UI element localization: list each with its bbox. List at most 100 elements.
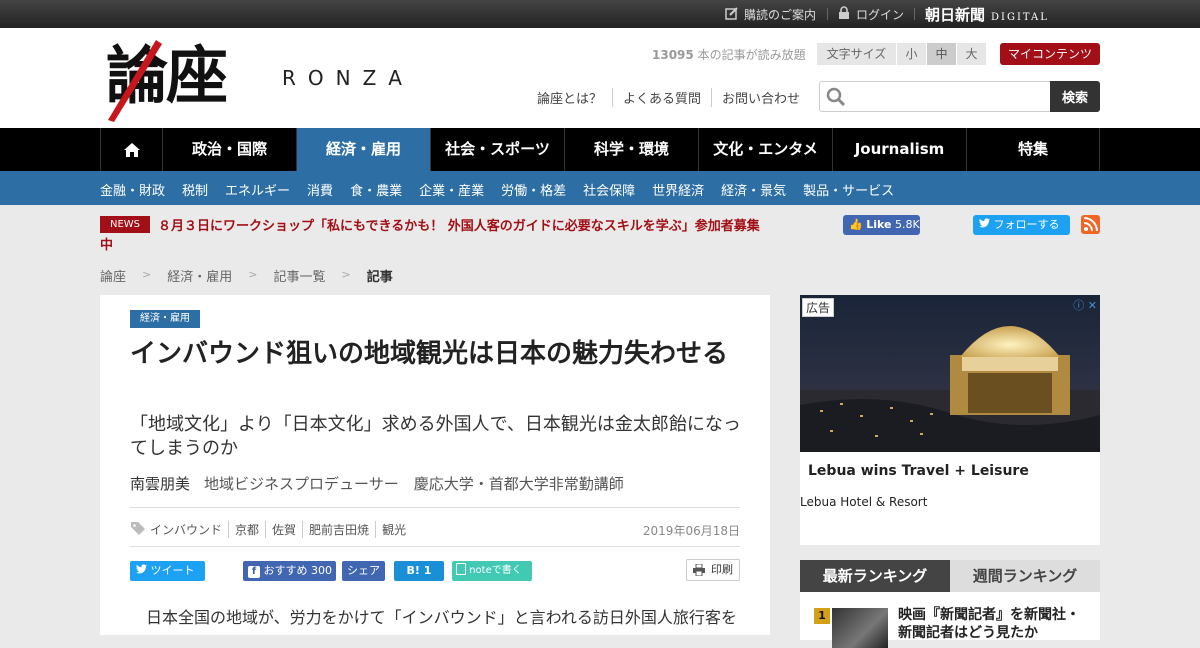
ad-image: [800, 295, 1100, 452]
breadcrumb-home[interactable]: 論座: [100, 266, 126, 285]
header-links: 論座とは？ よくある質問 お問い合わせ: [537, 88, 810, 107]
faq-link[interactable]: よくある質問: [612, 88, 711, 107]
subnav-item[interactable]: 税制: [182, 180, 208, 199]
my-contents-button[interactable]: マイコンテンツ: [1000, 43, 1100, 65]
subnav-item[interactable]: 社会保障: [583, 180, 635, 199]
nav-science[interactable]: 科学・環境: [564, 128, 698, 171]
nav-society[interactable]: 社会・スポーツ: [430, 128, 564, 171]
hatena-label: B!: [406, 564, 420, 577]
nav-economy[interactable]: 経済・雇用: [296, 128, 430, 171]
hatena-bookmark-button[interactable]: B! 1: [394, 561, 444, 581]
about-link[interactable]: 論座とは？: [537, 88, 612, 107]
note-button[interactable]: noteで書く: [452, 561, 532, 581]
advertisement[interactable]: 広告 ⓘ ✕ Lebua wins Travel + Leisure Lebua…: [800, 295, 1100, 545]
font-size-large[interactable]: 大: [957, 43, 987, 65]
subnav-item[interactable]: 経済・景気: [721, 180, 786, 199]
search-icon: [826, 87, 846, 107]
category-badge[interactable]: 経済・雇用: [130, 310, 200, 328]
login-link[interactable]: ログイン: [856, 6, 904, 23]
font-size-selector: 文字サイズ 小 中 大: [817, 43, 987, 65]
facebook-recommend-button[interactable]: f おすすめ 300: [243, 561, 336, 581]
search-input[interactable]: [850, 86, 1040, 106]
breadcrumb-category[interactable]: 経済・雇用: [167, 266, 232, 285]
ronza-logo[interactable]: 論座 RONZA: [106, 36, 446, 124]
author-line: 南雲朋美 地域ビジネスプロデューサー 慶応大学・首都大学非常勤講師: [130, 473, 624, 494]
print-label: 印刷: [711, 563, 733, 576]
subnav-item[interactable]: 食・農業: [350, 180, 402, 199]
nav-politics[interactable]: 政治・国際: [162, 128, 296, 171]
site-header: 論座 RONZA 13095 本の記事が読み放題 文字サイズ 小 中 大 マイコ…: [0, 28, 1200, 128]
nav-journalism[interactable]: Journalism: [832, 128, 966, 171]
divider: [130, 507, 740, 508]
tag-link[interactable]: 京都: [228, 521, 265, 538]
rank-title[interactable]: 映画『新聞記者』を新聞社・新聞記者はどう見たか: [898, 606, 1084, 642]
divider: [827, 8, 828, 20]
subnav-item[interactable]: 製品・サービス: [803, 180, 894, 199]
contact-link[interactable]: お問い合わせ: [711, 88, 810, 107]
font-size-small[interactable]: 小: [897, 43, 927, 65]
subscription-guide-link[interactable]: 購読のご案内: [744, 6, 816, 23]
thumbs-up-icon: 👍: [849, 218, 863, 231]
news-text[interactable]: ８月３日にワークショップ「私にもできるかも！ 外国人客のガイドに必要なスキルを学…: [100, 217, 770, 255]
nav-culture[interactable]: 文化・エンタメ: [698, 128, 832, 171]
ad-choices-icon[interactable]: ⓘ ✕: [1073, 297, 1097, 313]
ranking-tabs: 最新ランキング 週間ランキング: [800, 560, 1100, 592]
subnav-item[interactable]: 消費: [307, 180, 333, 199]
font-size-medium[interactable]: 中: [927, 43, 957, 65]
breadcrumb-separator: >: [248, 268, 258, 281]
global-nav: 政治・国際 経済・雇用 社会・スポーツ 科学・環境 文化・エンタメ Journa…: [0, 128, 1200, 171]
logo-slash-mark: [108, 40, 162, 122]
facebook-icon: f: [248, 566, 260, 578]
home-nav-item[interactable]: [100, 128, 162, 171]
search-button[interactable]: 検索: [1050, 81, 1100, 112]
print-button[interactable]: 印刷: [686, 559, 740, 581]
tab-weekly-ranking[interactable]: 週間ランキング: [950, 560, 1100, 592]
tag-link[interactable]: 肥前吉田焼: [302, 521, 375, 538]
twitter-bird-icon: [136, 564, 147, 574]
subnav-item[interactable]: 企業・産業: [419, 180, 484, 199]
asahi-digital-logo[interactable]: 朝日新聞 DIGITAL: [925, 4, 1049, 25]
nav-features[interactable]: 特集: [966, 128, 1100, 171]
twitter-bird-icon: [979, 218, 990, 228]
logo-latin: RONZA: [282, 66, 414, 90]
breadcrumb: 論座 > 経済・雇用 > 記事一覧 > 記事: [100, 266, 393, 285]
breadcrumb-current: 記事: [366, 270, 393, 285]
subnav-item[interactable]: 金融・財政: [100, 180, 165, 199]
facebook-share-button[interactable]: シェア: [342, 561, 385, 581]
rank-thumbnail[interactable]: [832, 608, 888, 648]
top-bar: 購読のご案内 ログイン 朝日新聞 DIGITAL: [0, 0, 1200, 28]
breadcrumb-list[interactable]: 記事一覧: [273, 266, 325, 285]
tag-link[interactable]: インバウンド: [146, 521, 228, 538]
recommend-label: おすすめ: [263, 564, 308, 577]
facebook-like-button[interactable]: 👍 Like 5.8K: [843, 215, 920, 235]
rss-button[interactable]: [1081, 215, 1100, 234]
like-count: 5.8K: [894, 218, 920, 231]
tag-link[interactable]: 観光: [375, 521, 412, 538]
tab-latest-ranking[interactable]: 最新ランキング: [800, 560, 950, 592]
twitter-follow-button[interactable]: フォローする: [973, 215, 1070, 235]
tag-icon: [131, 522, 145, 535]
tag-link[interactable]: 佐賀: [265, 521, 302, 538]
article-title: インバウンド狙いの地域観光は日本の魅力失わせる: [130, 339, 729, 369]
breadcrumb-separator: >: [142, 268, 152, 281]
author-name[interactable]: 南雲朋美: [130, 475, 190, 493]
printer-icon: [693, 564, 705, 576]
ranking-widget: 最新ランキング 週間ランキング 1 映画『新聞記者』を新聞社・新聞記者はどう見た…: [800, 560, 1100, 648]
news-tag: NEWS: [100, 216, 150, 233]
subnav-item[interactable]: 労働・格差: [501, 180, 566, 199]
subnav-item[interactable]: エネルギー: [225, 180, 290, 199]
author-role: 地域ビジネスプロデューサー 慶応大学・首都大学非常勤講師: [204, 475, 624, 493]
tweet-button[interactable]: ツイート: [130, 561, 205, 581]
note-icon: [456, 563, 466, 575]
rss-icon: [1083, 217, 1098, 232]
article-count: 13095 本の記事が読み放題: [652, 46, 806, 63]
brand-name: 朝日新聞: [925, 6, 986, 24]
subnav-item[interactable]: 世界経済: [652, 180, 704, 199]
article-subtitle: 「地域文化」より「日本文化」求める外国人で、日本観光は金太郎飴になってしまうのか: [130, 414, 741, 459]
ad-sponsor[interactable]: Lebua Hotel & Resort: [800, 495, 927, 509]
article-body: 日本全国の地域が、労力をかけて「インバウンド」と言われる訪日外国人旅行客を: [146, 608, 737, 627]
follow-label: フォローする: [993, 218, 1060, 231]
divider: [914, 8, 915, 20]
rank-number: 1: [814, 608, 830, 624]
ad-headline[interactable]: Lebua wins Travel + Leisure: [808, 463, 1029, 479]
